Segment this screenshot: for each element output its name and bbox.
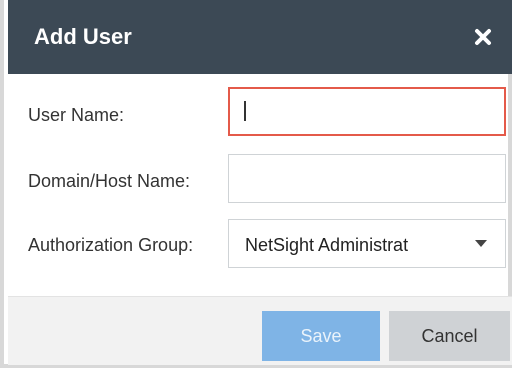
domain-host-name-input[interactable] bbox=[228, 154, 506, 203]
chevron-down-icon bbox=[475, 240, 487, 247]
cancel-button[interactable]: Cancel bbox=[389, 311, 510, 361]
close-icon[interactable] bbox=[470, 24, 496, 50]
dialog-title: Add User bbox=[34, 24, 132, 49]
authorization-group-select[interactable]: NetSight Administrat bbox=[228, 219, 506, 268]
user-name-label: User Name: bbox=[28, 105, 125, 125]
add-user-dialog: Add User User Name: Domain/Host Name: Au… bbox=[0, 0, 512, 368]
authorization-group-label: Authorization Group: bbox=[28, 235, 194, 255]
dialog-footer: Save Cancel bbox=[8, 296, 512, 365]
save-button[interactable]: Save bbox=[262, 311, 380, 361]
authorization-group-value: NetSight Administrat bbox=[245, 235, 409, 255]
dialog-titlebar: Add User bbox=[8, 0, 512, 74]
text-caret bbox=[244, 101, 246, 121]
domain-host-name-label: Domain/Host Name: bbox=[28, 171, 191, 191]
user-name-input[interactable] bbox=[228, 87, 506, 136]
